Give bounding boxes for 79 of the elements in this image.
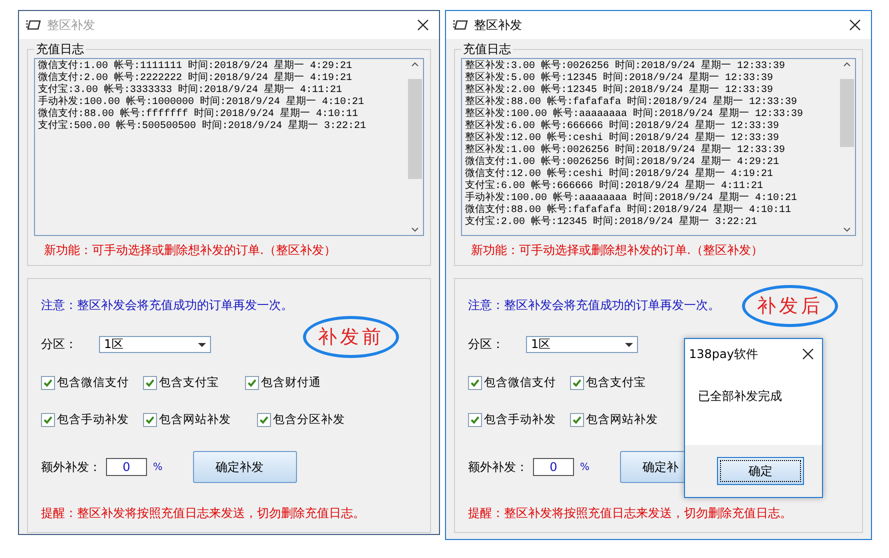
checkmark-icon xyxy=(470,414,480,424)
checkbox[interactable]: 包含网站补发 xyxy=(143,412,231,427)
window-title: 整区补发 xyxy=(47,16,96,34)
close-icon[interactable] xyxy=(802,348,814,360)
checkmark-icon xyxy=(247,378,257,388)
log-line: 整区补发:100.00 帐号:aaaaaaaa 时间:2018/9/24 星期一 12:33:39 xyxy=(465,109,804,120)
group-title: 充值日志 xyxy=(462,41,512,58)
extra-input[interactable]: 0 xyxy=(533,458,574,476)
notice-text: 注意：整区补发会将充值成功的订单再发一次。 xyxy=(41,297,293,314)
dialog-message: 已全部补发完成 xyxy=(697,388,783,405)
partition-dropdown[interactable]: 1区 xyxy=(99,336,211,353)
confirm-button[interactable]: 确定补发 xyxy=(192,451,297,483)
log-line: 整区补发:1.00 帐号:0026256 时间:2018/9/24 星期一 12:33:39 xyxy=(465,145,786,156)
checkbox[interactable]: 包含网站补发 xyxy=(570,412,658,427)
checkbox[interactable]: 包含微信支付 xyxy=(468,375,556,390)
feature-note: 新功能：可手动选择或删除想补发的订单.（整区补发） xyxy=(43,242,337,259)
scrollbar-thumb[interactable] xyxy=(408,79,422,179)
partition-label: 分区： xyxy=(41,336,78,353)
dialog-title: 138pay软件 xyxy=(689,346,758,362)
extra-input[interactable]: 0 xyxy=(106,458,147,476)
log-textarea[interactable] xyxy=(34,58,424,236)
checkbox[interactable]: 包含手动补发 xyxy=(468,412,556,427)
checkbox[interactable]: 包含手动补发 xyxy=(41,412,129,427)
ok-button[interactable]: 确定 xyxy=(717,457,804,485)
log-line: 微信支付:88.00 帐号:fafafafa 时间:2018/9/24 星期一 4:10:11 xyxy=(465,205,792,216)
app-icon xyxy=(25,19,41,31)
scroll-up-icon[interactable] xyxy=(410,61,418,67)
annotation-label: 补发前 xyxy=(303,316,399,358)
log-line: 整区补发:2.00 帐号:12345 时间:2018/9/24 星期一 12:33:39 xyxy=(465,85,774,96)
app-icon xyxy=(452,19,468,31)
reminder-text: 提醒：整区补发将按照充值日志来发送，切勿删除充值日志。 xyxy=(41,505,366,522)
checkmark-icon xyxy=(572,414,582,424)
checkbox[interactable]: 包含微信支付 xyxy=(41,375,129,390)
notice-text: 注意：整区补发会将充值成功的订单再发一次。 xyxy=(468,297,720,314)
log-line: 支付宝:6.00 帐号:666666 时间:2018/9/24 星期一 4:11:21 xyxy=(465,181,764,192)
checkmark-icon xyxy=(572,378,582,388)
log-line: 整区补发:3.00 帐号:0026256 时间:2018/9/24 星期一 12:33:39 xyxy=(465,61,786,72)
log-line: 支付宝:500.00 帐号:500500500 时间:2018/9/24 星期一 3:22:21 xyxy=(38,121,368,133)
group-title: 充值日志 xyxy=(35,41,85,58)
log-textarea[interactable] xyxy=(461,58,856,236)
caret-icon xyxy=(198,342,206,346)
log-line: 微信支付:88.00 帐号:fffffff 时间:2018/9/24 星期一 4:10:11 xyxy=(38,109,360,120)
partition-label: 分区： xyxy=(468,336,505,353)
annotation-label: 补发后 xyxy=(742,285,838,327)
log-line: 手动补发:100.00 帐号:aaaaaaaa 时间:2018/9/24 星期一 4:10:21 xyxy=(465,193,798,204)
log-line: 整区补发:6.00 帐号:666666 时间:2018/9/24 星期一 12:33:39 xyxy=(465,121,780,132)
log-line: 微信支付:1.00 帐号:1111111 时间:2018/9/24 星期一 4:29:21 xyxy=(38,61,354,72)
extra-label: 额外补发： xyxy=(41,458,102,476)
log-line: 整区补发:88.00 帐号:fafafafa 时间:2018/9/24 星期一 12:33:39 xyxy=(465,97,798,108)
caret-icon xyxy=(625,342,633,346)
checkbox[interactable]: 包含支付宝 xyxy=(143,375,219,390)
scroll-up-icon[interactable] xyxy=(842,61,850,67)
scroll-down-icon[interactable] xyxy=(842,227,850,233)
log-line: 微信支付:2.00 帐号:2222222 时间:2018/9/24 星期一 4:19:21 xyxy=(38,73,354,84)
log-line: 支付宝:3.00 帐号:3333333 时间:2018/9/24 星期一 4:11:21 xyxy=(38,85,344,96)
log-line: 手动补发:100.00 帐号:1000000 时间:2018/9/24 星期一 4:10:21 xyxy=(38,97,366,108)
reminder-text: 提醒：整区补发将按照充值日志来发送，切勿删除充值日志。 xyxy=(468,505,793,522)
checkbox[interactable]: 包含支付宝 xyxy=(570,375,646,390)
checkmark-icon xyxy=(145,378,155,388)
partition-dropdown[interactable]: 1区 xyxy=(526,336,638,353)
checkbox[interactable]: 包含分区补发 xyxy=(257,412,345,427)
scrollbar-thumb[interactable] xyxy=(840,79,854,147)
log-line: 微信支付:1.00 帐号:0026256 时间:2018/9/24 星期一 4:29:21 xyxy=(465,157,780,168)
checkmark-icon xyxy=(43,414,53,424)
log-line: 整区补发:12.00 帐号:ceshi 时间:2018/9/24 星期一 12:33:39 xyxy=(465,133,780,144)
checkmark-icon xyxy=(145,414,155,424)
log-line: 支付宝:2.00 帐号:12345 时间:2018/9/24 星期一 3:22:21 xyxy=(465,217,758,229)
checkmark-icon xyxy=(259,414,269,424)
extra-label: 额外补发： xyxy=(468,458,529,476)
checkmark-icon xyxy=(43,378,53,388)
log-line: 微信支付:12.00 帐号:ceshi 时间:2018/9/24 星期一 4:19:21 xyxy=(465,169,774,180)
percent-sign: % xyxy=(153,462,163,472)
checkmark-icon xyxy=(470,378,480,388)
percent-sign: % xyxy=(580,462,590,472)
window-title: 整区补发 xyxy=(474,16,523,34)
checkbox[interactable]: 包含财付通 xyxy=(245,375,321,390)
log-line: 整区补发:5.00 帐号:12345 时间:2018/9/24 星期一 12:33:39 xyxy=(465,73,774,84)
scroll-down-icon[interactable] xyxy=(410,227,418,233)
feature-note: 新功能：可手动选择或删除想补发的订单.（整区补发） xyxy=(470,242,764,259)
